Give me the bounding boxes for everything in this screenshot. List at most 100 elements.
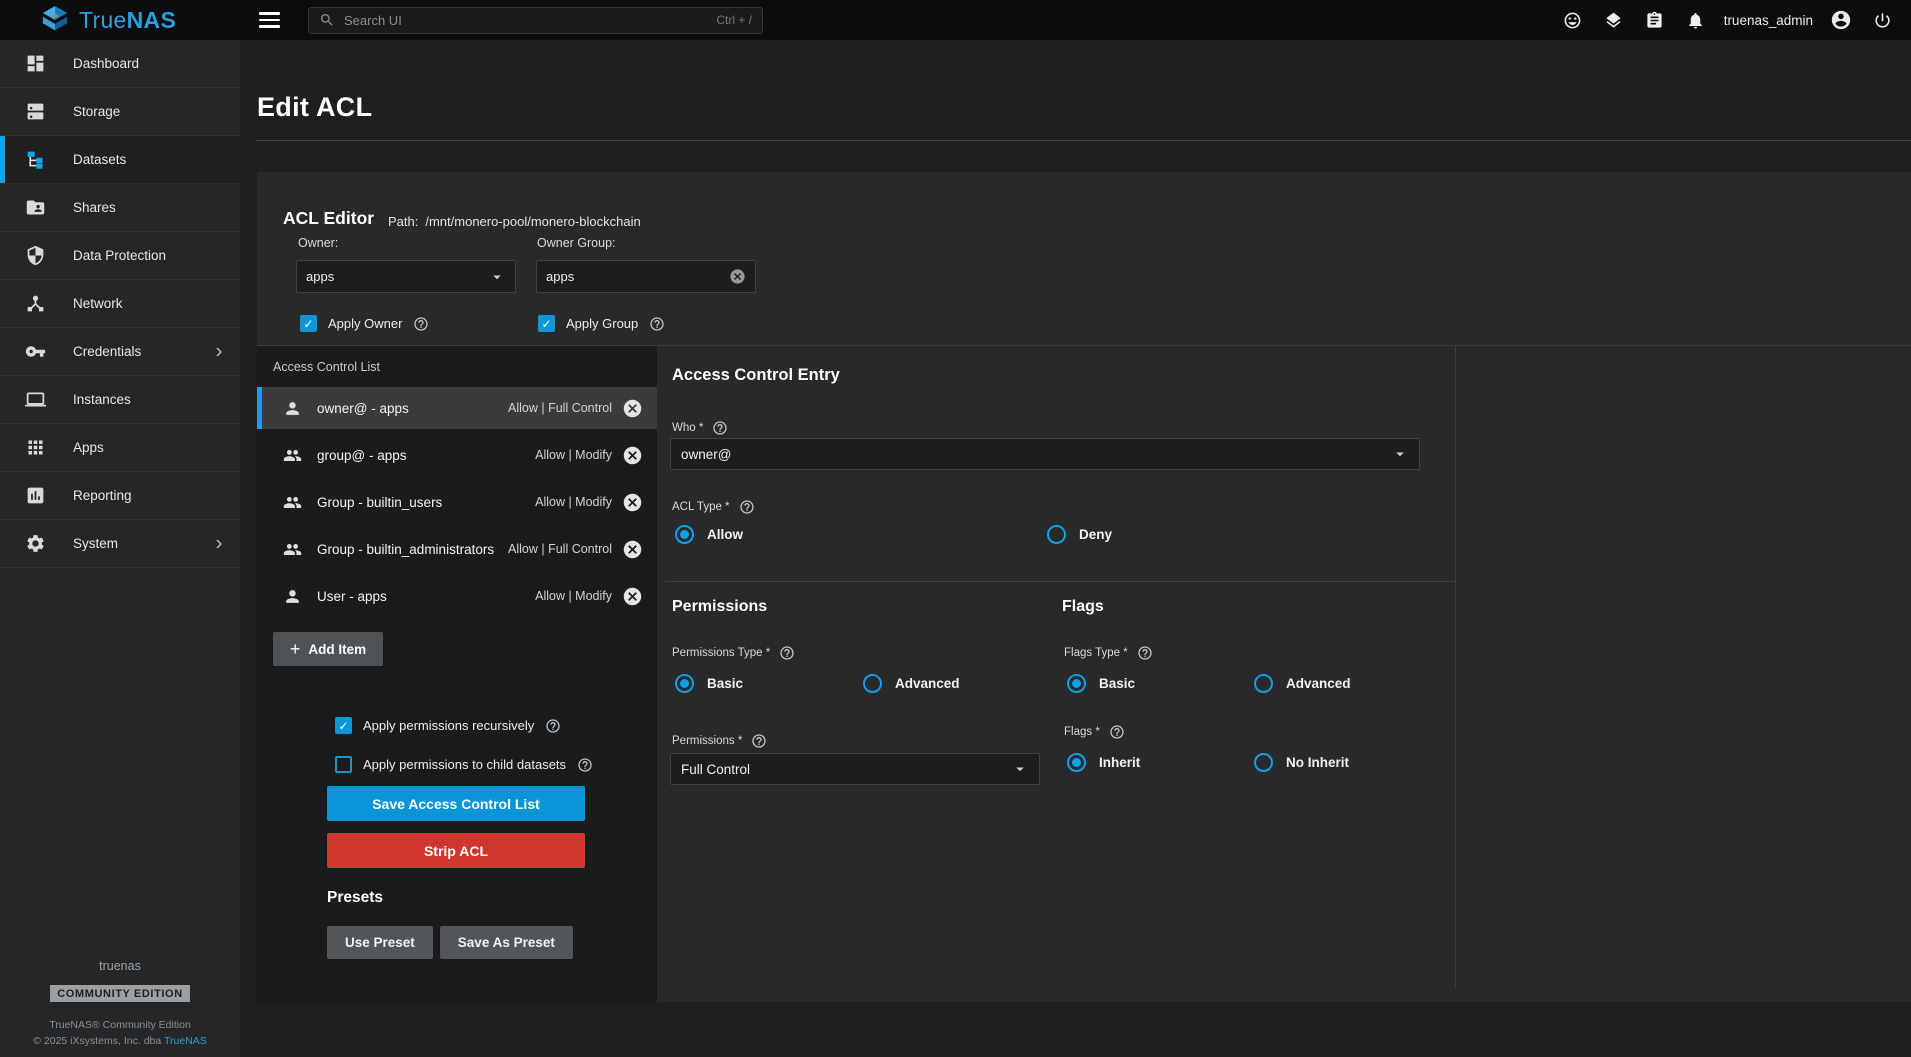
help-icon[interactable] xyxy=(712,420,728,436)
delete-entry-icon[interactable] xyxy=(622,398,643,419)
acl-entry-row[interactable]: User - apps Allow | Modify xyxy=(257,575,657,617)
dashboard-icon xyxy=(25,53,46,74)
help-icon[interactable] xyxy=(1109,724,1125,740)
help-icon[interactable] xyxy=(1137,645,1153,661)
sidebar-item-system[interactable]: System xyxy=(0,520,240,568)
help-icon[interactable] xyxy=(413,316,429,332)
acl-entry-row[interactable]: Group - builtin_administrators Allow | F… xyxy=(257,528,657,570)
apply-recursively-label: Apply permissions recursively xyxy=(363,718,534,733)
person-icon xyxy=(283,399,302,418)
account-icon[interactable] xyxy=(1825,4,1857,36)
acl-list-heading: Access Control List xyxy=(273,360,380,374)
add-item-button[interactable]: + Add Item xyxy=(273,632,383,666)
apply-group-checkbox-row[interactable]: ✓ Apply Group xyxy=(538,315,665,332)
hostname: truenas xyxy=(0,959,240,973)
save-acl-button[interactable]: Save Access Control List xyxy=(327,786,585,821)
sidebar-item-shares[interactable]: Shares xyxy=(0,184,240,232)
path-label: Path: xyxy=(388,214,418,229)
sidebar-item-instances[interactable]: Instances xyxy=(0,376,240,424)
search-input[interactable] xyxy=(344,13,716,28)
use-preset-button[interactable]: Use Preset xyxy=(327,926,433,959)
permissions-type-advanced-radio[interactable]: Advanced xyxy=(863,674,960,693)
apply-owner-checkbox[interactable]: ✓ xyxy=(300,315,317,332)
flags-inherit-radio[interactable]: Inherit xyxy=(1067,753,1140,772)
apply-recursively-checkbox-row[interactable]: ✓ Apply permissions recursively xyxy=(335,717,561,734)
apply-group-label: Apply Group xyxy=(566,316,638,331)
sidebar-item-apps[interactable]: Apps xyxy=(0,424,240,472)
clear-icon[interactable] xyxy=(729,268,746,285)
help-icon[interactable] xyxy=(779,645,795,661)
acl-type-deny-radio[interactable]: Deny xyxy=(1047,525,1112,544)
help-icon[interactable] xyxy=(545,718,561,734)
sidebar-item-data-protection[interactable]: Data Protection xyxy=(0,232,240,280)
copyright-line: © 2025 iXsystems, Inc. dba TrueNAS xyxy=(0,1035,240,1047)
acl-editor-header: ACL Editor Path: /mnt/monero-pool/monero… xyxy=(257,172,1911,345)
acl-entry-row[interactable]: owner@ - apps Allow | Full Control xyxy=(257,387,657,429)
owner-group-input[interactable]: apps xyxy=(536,260,756,293)
radio-icon xyxy=(675,674,694,693)
section-divider xyxy=(665,581,1455,582)
permissions-label: Permissions * xyxy=(672,733,767,749)
global-search[interactable]: Ctrl + / xyxy=(308,7,763,34)
help-icon[interactable] xyxy=(577,757,593,773)
strip-acl-button[interactable]: Strip ACL xyxy=(327,833,585,868)
who-select[interactable]: owner@ xyxy=(670,438,1420,470)
access-control-list-panel: Access Control List owner@ - apps Allow … xyxy=(257,346,657,1002)
jobs-clipboard-icon[interactable] xyxy=(1639,4,1671,36)
power-icon[interactable] xyxy=(1866,4,1898,36)
apply-child-datasets-checkbox-row[interactable]: Apply permissions to child datasets xyxy=(335,756,593,773)
delete-entry-icon[interactable] xyxy=(622,492,643,513)
flags-no-inherit-radio[interactable]: No Inherit xyxy=(1254,753,1349,772)
delete-entry-icon[interactable] xyxy=(622,445,643,466)
help-icon[interactable] xyxy=(751,733,767,749)
apply-group-checkbox[interactable]: ✓ xyxy=(538,315,555,332)
sidebar-item-label: Instances xyxy=(73,392,131,407)
radio-label: Inherit xyxy=(1099,755,1140,770)
flags-heading: Flags xyxy=(1062,598,1104,616)
permissions-type-basic-radio[interactable]: Basic xyxy=(675,674,743,693)
sidebar-item-storage[interactable]: Storage xyxy=(0,88,240,136)
sidebar-item-label: Reporting xyxy=(73,488,132,503)
acl-entry-row[interactable]: Group - builtin_users Allow | Modify xyxy=(257,481,657,523)
acl-entries: owner@ - apps Allow | Full Control group… xyxy=(257,387,657,622)
edition-badge: COMMUNITY EDITION xyxy=(50,985,190,1002)
radio-label: No Inherit xyxy=(1286,755,1349,770)
owner-select[interactable]: apps xyxy=(296,260,516,293)
apply-owner-label: Apply Owner xyxy=(328,316,402,331)
help-icon[interactable] xyxy=(739,499,755,515)
truecommand-layers-icon[interactable] xyxy=(1598,4,1630,36)
truenas-link[interactable]: TrueNAS xyxy=(164,1035,207,1047)
flags-type-advanced-radio[interactable]: Advanced xyxy=(1254,674,1351,693)
sidebar-item-dashboard[interactable]: Dashboard xyxy=(0,40,240,88)
preset-buttons: Use Preset Save As Preset xyxy=(327,926,573,959)
sidebar-item-credentials[interactable]: Credentials xyxy=(0,328,240,376)
help-icon[interactable] xyxy=(649,316,665,332)
owner-group-label: Owner Group: xyxy=(537,236,616,250)
key-icon xyxy=(25,341,46,362)
main-content: Edit ACL ACL Editor Path: /mnt/monero-po… xyxy=(240,40,1911,1057)
permissions-select[interactable]: Full Control xyxy=(670,753,1040,785)
vertical-divider xyxy=(1455,346,1456,989)
edition-line: TrueNAS® Community Edition xyxy=(0,1019,240,1031)
sidebar-item-label: Apps xyxy=(73,440,104,455)
flags-type-basic-radio[interactable]: Basic xyxy=(1067,674,1135,693)
sidebar-item-reporting[interactable]: Reporting xyxy=(0,472,240,520)
sidebar-item-network[interactable]: Network xyxy=(0,280,240,328)
sidebar-item-datasets[interactable]: Datasets xyxy=(0,136,240,184)
apply-recursively-checkbox[interactable]: ✓ xyxy=(335,717,352,734)
acl-entry-row[interactable]: group@ - apps Allow | Modify xyxy=(257,434,657,476)
delete-entry-icon[interactable] xyxy=(622,586,643,607)
storage-icon xyxy=(25,101,46,122)
menu-hamburger-icon[interactable] xyxy=(259,12,280,28)
notifications-bell-icon[interactable] xyxy=(1680,4,1712,36)
flags-type-label: Flags Type * xyxy=(1064,645,1153,661)
acl-type-allow-radio[interactable]: Allow xyxy=(675,525,743,544)
owner-group-value: apps xyxy=(546,269,574,284)
delete-entry-icon[interactable] xyxy=(622,539,643,560)
apply-owner-checkbox-row[interactable]: ✓ Apply Owner xyxy=(300,315,429,332)
save-as-preset-button[interactable]: Save As Preset xyxy=(440,926,573,959)
truenas-logo[interactable]: TrueNAS xyxy=(0,5,240,35)
apply-child-datasets-checkbox[interactable] xyxy=(335,756,352,773)
feedback-smiley-icon[interactable] xyxy=(1557,4,1589,36)
who-select-value: owner@ xyxy=(681,447,731,462)
